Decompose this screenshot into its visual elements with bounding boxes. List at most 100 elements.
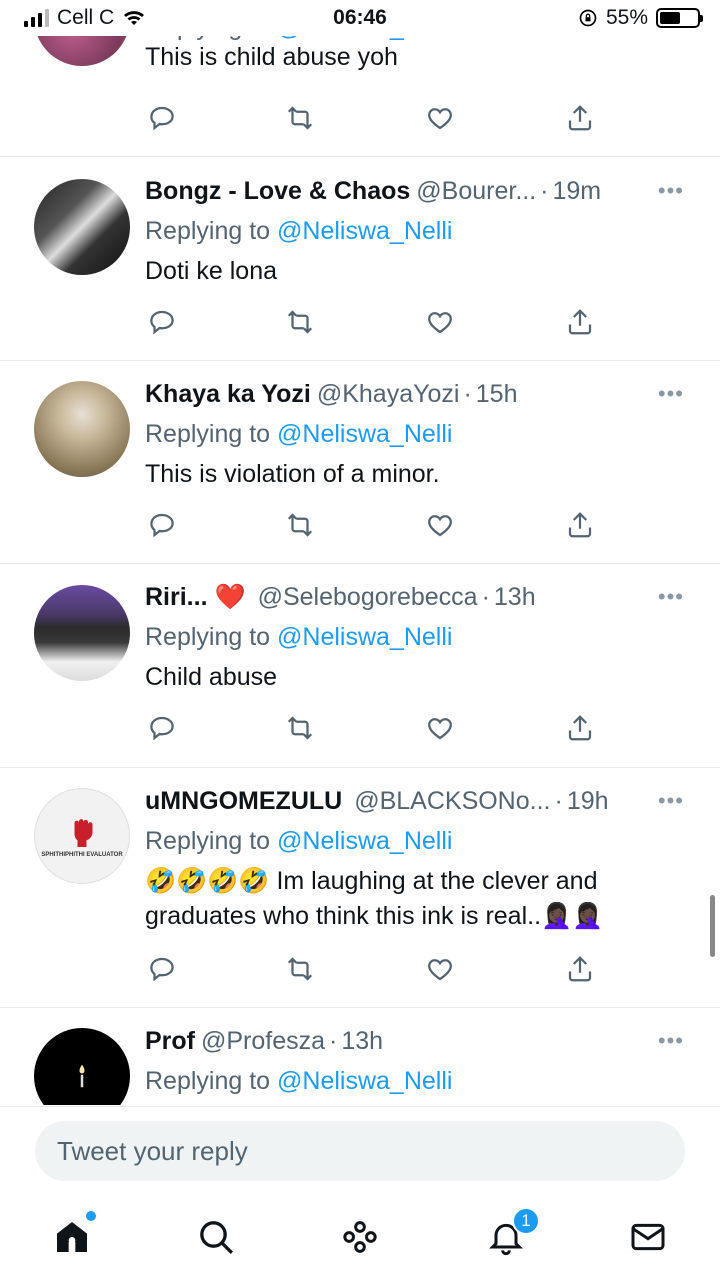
author-name[interactable]: Riri... ❤️ bbox=[145, 583, 246, 612]
author-handle[interactable]: @Selebogorebecca bbox=[258, 583, 478, 612]
heart-icon bbox=[428, 312, 452, 334]
more-options-icon[interactable]: ••• bbox=[658, 174, 684, 208]
more-options-icon[interactable]: ••• bbox=[658, 377, 684, 411]
mention-link[interactable]: @Neliswa_Nelli bbox=[277, 827, 452, 855]
reply-composer: Tweet your reply bbox=[0, 1106, 720, 1201]
search-icon bbox=[200, 1221, 234, 1255]
reply-button[interactable] bbox=[145, 711, 179, 745]
reply-to-line: Replying to @Neliswa_Nelli bbox=[145, 623, 453, 651]
like-button[interactable] bbox=[423, 508, 457, 542]
tweet[interactable]: SPHITHIPHITHI EVALUATOR uMNGOMEZULU @BLA… bbox=[0, 768, 720, 1008]
like-button[interactable] bbox=[423, 305, 457, 339]
share-button[interactable] bbox=[563, 101, 597, 135]
rotation-lock-icon bbox=[579, 9, 597, 27]
retweet-button[interactable] bbox=[283, 305, 317, 339]
heart-icon bbox=[428, 959, 452, 981]
tweet[interactable]: Khaya ka Yozi @KhayaYozi · 15h ••• Reply… bbox=[0, 361, 720, 564]
share-button[interactable] bbox=[563, 305, 597, 339]
reply-to-line: Replying to @Neliswa_Nelli bbox=[145, 420, 453, 448]
raised-fist-icon bbox=[74, 819, 93, 847]
candle-icon bbox=[79, 1064, 85, 1088]
tweet-header: Riri... ❤️ @Selebogorebecca · 13h bbox=[145, 582, 536, 612]
tab-spaces[interactable] bbox=[338, 1215, 382, 1259]
retweet-icon bbox=[287, 716, 313, 740]
tab-notifications[interactable]: 1 bbox=[484, 1207, 540, 1259]
like-button[interactable] bbox=[423, 952, 457, 986]
tab-messages[interactable] bbox=[626, 1215, 670, 1259]
reply-feed[interactable]: Replying to @Neliswa_Nelli This is child… bbox=[0, 0, 720, 1105]
avatar-caption: SPHITHIPHITHI EVALUATOR bbox=[41, 852, 123, 858]
signal-icon bbox=[24, 9, 49, 27]
comment-icon bbox=[150, 716, 174, 741]
tweet-header: Khaya ka Yozi @KhayaYozi · 15h bbox=[145, 379, 518, 409]
mention-link[interactable]: @Neliswa_Nelli bbox=[277, 623, 452, 651]
tab-search[interactable] bbox=[194, 1215, 238, 1259]
carrier-name: Cell C bbox=[57, 6, 115, 29]
like-button[interactable] bbox=[423, 711, 457, 745]
reply-button[interactable] bbox=[145, 952, 179, 986]
avatar[interactable] bbox=[34, 179, 130, 275]
heart-icon bbox=[428, 515, 452, 537]
retweet-button[interactable] bbox=[283, 101, 317, 135]
reply-to-line: Replying to @Neliswa_Nelli bbox=[145, 1067, 453, 1095]
status-bar: Cell C 06:46 55% bbox=[0, 0, 720, 36]
retweet-button[interactable] bbox=[283, 952, 317, 986]
author-handle[interactable]: @Profesza bbox=[201, 1027, 325, 1056]
more-options-icon[interactable]: ••• bbox=[658, 1024, 684, 1058]
mention-link[interactable]: @Neliswa_Nelli bbox=[277, 217, 452, 245]
new-content-dot bbox=[86, 1211, 96, 1221]
share-button[interactable] bbox=[563, 952, 597, 986]
comment-icon bbox=[150, 310, 174, 335]
retweet-button[interactable] bbox=[283, 508, 317, 542]
author-name[interactable]: Khaya ka Yozi bbox=[145, 380, 311, 409]
retweet-icon bbox=[287, 513, 313, 537]
heart-icon bbox=[428, 108, 452, 130]
more-options-icon[interactable]: ••• bbox=[658, 784, 684, 818]
mention-link[interactable]: @Neliswa_Nelli bbox=[277, 420, 452, 448]
author-handle[interactable]: @KhayaYozi bbox=[317, 380, 460, 409]
reply-input[interactable]: Tweet your reply bbox=[35, 1121, 685, 1181]
tweet[interactable]: Bongz - Love & Chaos @Bourer... · 19m ••… bbox=[0, 157, 720, 361]
tweet-time: 15h bbox=[475, 379, 518, 408]
scroll-indicator[interactable] bbox=[710, 895, 715, 957]
tweet[interactable]: Prof @Profesza · 13h ••• Replying to @Ne… bbox=[0, 1008, 720, 1105]
reply-button[interactable] bbox=[145, 305, 179, 339]
author-name[interactable]: Bongz - Love & Chaos bbox=[145, 177, 410, 206]
author-name[interactable]: uMNGOMEZULU bbox=[145, 787, 342, 816]
tweet-text: Doti ke lona bbox=[145, 257, 278, 285]
reply-to-line: Replying to @Neliswa_Nelli bbox=[145, 827, 453, 855]
author-name[interactable]: Prof bbox=[145, 1027, 195, 1056]
tab-home[interactable] bbox=[50, 1211, 96, 1259]
heart-icon bbox=[428, 718, 452, 740]
tweet-actions bbox=[145, 305, 595, 339]
tweet-time: 19h bbox=[566, 786, 609, 815]
comment-icon bbox=[150, 106, 174, 131]
like-button[interactable] bbox=[423, 101, 457, 135]
reply-button[interactable] bbox=[145, 101, 179, 135]
tweet-actions bbox=[145, 711, 595, 745]
avatar[interactable] bbox=[34, 585, 130, 681]
mention-link[interactable]: @Neliswa_Nelli bbox=[277, 1067, 452, 1095]
reply-button[interactable] bbox=[145, 508, 179, 542]
tweet-actions bbox=[145, 101, 595, 135]
retweet-button[interactable] bbox=[283, 711, 317, 745]
spaces-icon bbox=[343, 1221, 377, 1253]
tweet-time: 13h bbox=[341, 1026, 384, 1055]
battery-icon bbox=[656, 8, 703, 28]
share-icon bbox=[568, 956, 592, 982]
author-handle[interactable]: @BLACKSONo... bbox=[354, 787, 550, 816]
avatar[interactable]: SPHITHIPHITHI EVALUATOR bbox=[34, 788, 130, 884]
tweet-text: 🤣🤣🤣🤣 Im laughing at the clever and gradu… bbox=[145, 867, 604, 930]
tweet-actions bbox=[145, 508, 595, 542]
tweet-time: 13h bbox=[493, 582, 536, 611]
tweet-text: This is violation of a minor. bbox=[145, 460, 440, 488]
author-handle[interactable]: @Bourer... bbox=[416, 177, 536, 206]
share-button[interactable] bbox=[563, 711, 597, 745]
tweet[interactable]: Riri... ❤️ @Selebogorebecca · 13h ••• Re… bbox=[0, 564, 720, 768]
avatar[interactable] bbox=[34, 381, 130, 477]
more-options-icon[interactable]: ••• bbox=[658, 580, 684, 614]
share-icon bbox=[568, 512, 592, 538]
avatar[interactable] bbox=[34, 1028, 130, 1105]
share-button[interactable] bbox=[563, 508, 597, 542]
notification-badge: 1 bbox=[512, 1207, 540, 1235]
